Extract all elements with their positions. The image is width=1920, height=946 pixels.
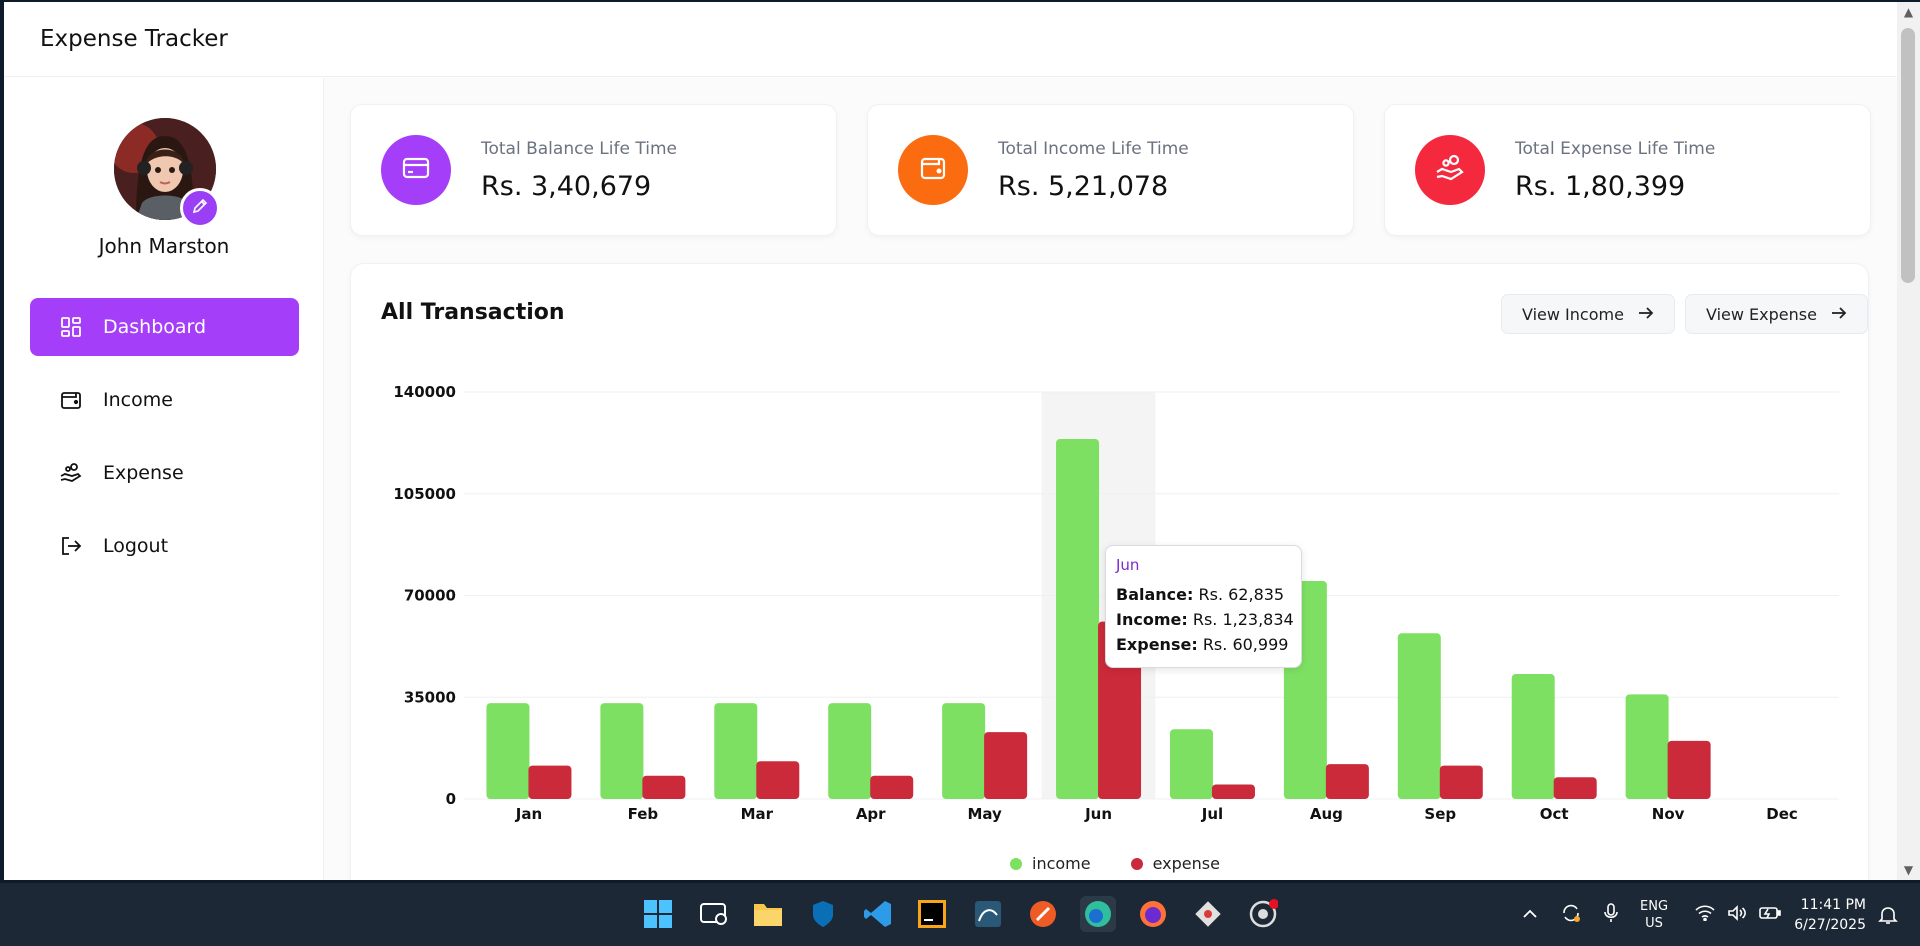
- mysql-workbench-icon[interactable]: [970, 896, 1006, 932]
- bar-expense-mar: [756, 761, 800, 799]
- bar-expense-may: [984, 732, 1028, 799]
- transactions-bar-chart: 0 35000 70000 105000 140000 Jan Feb Mar Apr May Ju…: [393, 383, 1839, 823]
- bar-income-sep: [1397, 633, 1441, 799]
- x-tick-label: Feb: [628, 805, 659, 823]
- bar-expense-jul: [1211, 784, 1255, 799]
- taskbar: ENG US 11:41 PM 6/27/2025: [0, 883, 1920, 946]
- chevron-up-icon[interactable]: [1522, 907, 1538, 923]
- bar-income-feb: [600, 703, 644, 799]
- tooltip-balance: Balance: Rs. 62,835: [1116, 585, 1285, 604]
- chart-tooltip: Jun Balance: Rs. 62,835 Income: Rs. 1,23…: [1105, 545, 1302, 668]
- x-tick-label: Apr: [856, 805, 886, 823]
- bar-expense-sep: [1439, 765, 1483, 799]
- x-tick-label: Oct: [1540, 805, 1569, 823]
- bar-income-apr: [828, 703, 872, 799]
- bar-expense-oct: [1553, 777, 1597, 799]
- task-view-icon[interactable]: [696, 896, 732, 932]
- scroll-thumb[interactable]: [1901, 28, 1915, 283]
- clock[interactable]: 11:41 PM 6/27/2025: [1794, 883, 1866, 946]
- microphone-icon[interactable]: [1604, 902, 1618, 927]
- y-tick-label: 35000: [404, 688, 456, 706]
- wifi-icon: [1695, 904, 1715, 925]
- language-indicator[interactable]: ENG US: [1640, 898, 1668, 932]
- bar-expense-aug: [1325, 764, 1369, 799]
- volume-icon: [1727, 904, 1747, 925]
- app-window: Expense Tracker John Marston Dashboard I…: [4, 2, 1897, 880]
- postman-icon[interactable]: [1025, 896, 1061, 932]
- system-tray: ENG US: [1522, 883, 1668, 946]
- x-tick-label: Jun: [1084, 805, 1112, 823]
- bar-income-may: [942, 703, 986, 799]
- clock-time: 11:41 PM: [1800, 896, 1866, 913]
- legend-item-expense[interactable]: expense: [1130, 854, 1220, 873]
- x-tick-label: Jan: [515, 805, 542, 823]
- vscode-icon[interactable]: [860, 896, 896, 932]
- clock-date: 6/27/2025: [1794, 916, 1866, 933]
- notification-bell-icon[interactable]: [1878, 883, 1898, 946]
- bar-income-jun: [1056, 438, 1100, 799]
- git-tool-icon[interactable]: [1190, 896, 1226, 932]
- bar-expense-nov: [1667, 740, 1711, 799]
- bar-expense-feb: [642, 775, 686, 799]
- legend-dot: [1130, 857, 1143, 870]
- x-tick-label: Sep: [1424, 805, 1456, 823]
- bar-income-jul: [1169, 729, 1213, 799]
- app-shield-icon[interactable]: [805, 896, 841, 932]
- battery-icon: [1759, 906, 1781, 924]
- tooltip-month: Jun: [1116, 556, 1140, 574]
- bar-income-oct: [1511, 673, 1555, 799]
- page-scrollbar[interactable]: ▲ ▼: [1897, 2, 1920, 880]
- x-tick-label: Aug: [1310, 805, 1343, 823]
- y-tick-label: 70000: [404, 587, 456, 605]
- sync-icon[interactable]: [1560, 902, 1582, 928]
- y-tick-label: 105000: [393, 485, 456, 503]
- network-volume-battery[interactable]: [1695, 883, 1781, 946]
- x-tick-label: Nov: [1652, 805, 1685, 823]
- bar-income-mar: [714, 703, 758, 799]
- tooltip-income: Income: Rs. 1,23,834: [1116, 610, 1294, 629]
- x-tick-label: May: [967, 805, 1002, 823]
- x-tick-label: Jul: [1201, 805, 1223, 823]
- y-tick-label: 0: [446, 790, 456, 808]
- x-tick-label: Mar: [741, 805, 774, 823]
- x-tick-label: Dec: [1766, 805, 1798, 823]
- scroll-down-arrow[interactable]: ▼: [1897, 860, 1920, 880]
- y-tick-label: 140000: [393, 383, 456, 401]
- file-explorer-icon[interactable]: [750, 896, 786, 932]
- obs-studio-icon[interactable]: [1245, 896, 1281, 932]
- bar-expense-apr: [870, 775, 914, 799]
- bar-expense-jan: [528, 765, 572, 799]
- legend-item-income[interactable]: income: [1010, 854, 1091, 873]
- tooltip-expense: Expense: Rs. 60,999: [1116, 635, 1289, 654]
- chart-legend: income expense: [1010, 854, 1220, 873]
- scroll-up-arrow[interactable]: ▲: [1897, 2, 1920, 22]
- firefox-icon[interactable]: [1135, 896, 1171, 932]
- jetbrains-icon[interactable]: [914, 896, 950, 932]
- legend-dot: [1010, 857, 1022, 870]
- windows-start-icon[interactable]: [640, 896, 676, 932]
- bar-income-nov: [1625, 694, 1669, 799]
- bar-income-jan: [486, 703, 530, 799]
- edge-browser-icon[interactable]: [1080, 896, 1116, 932]
